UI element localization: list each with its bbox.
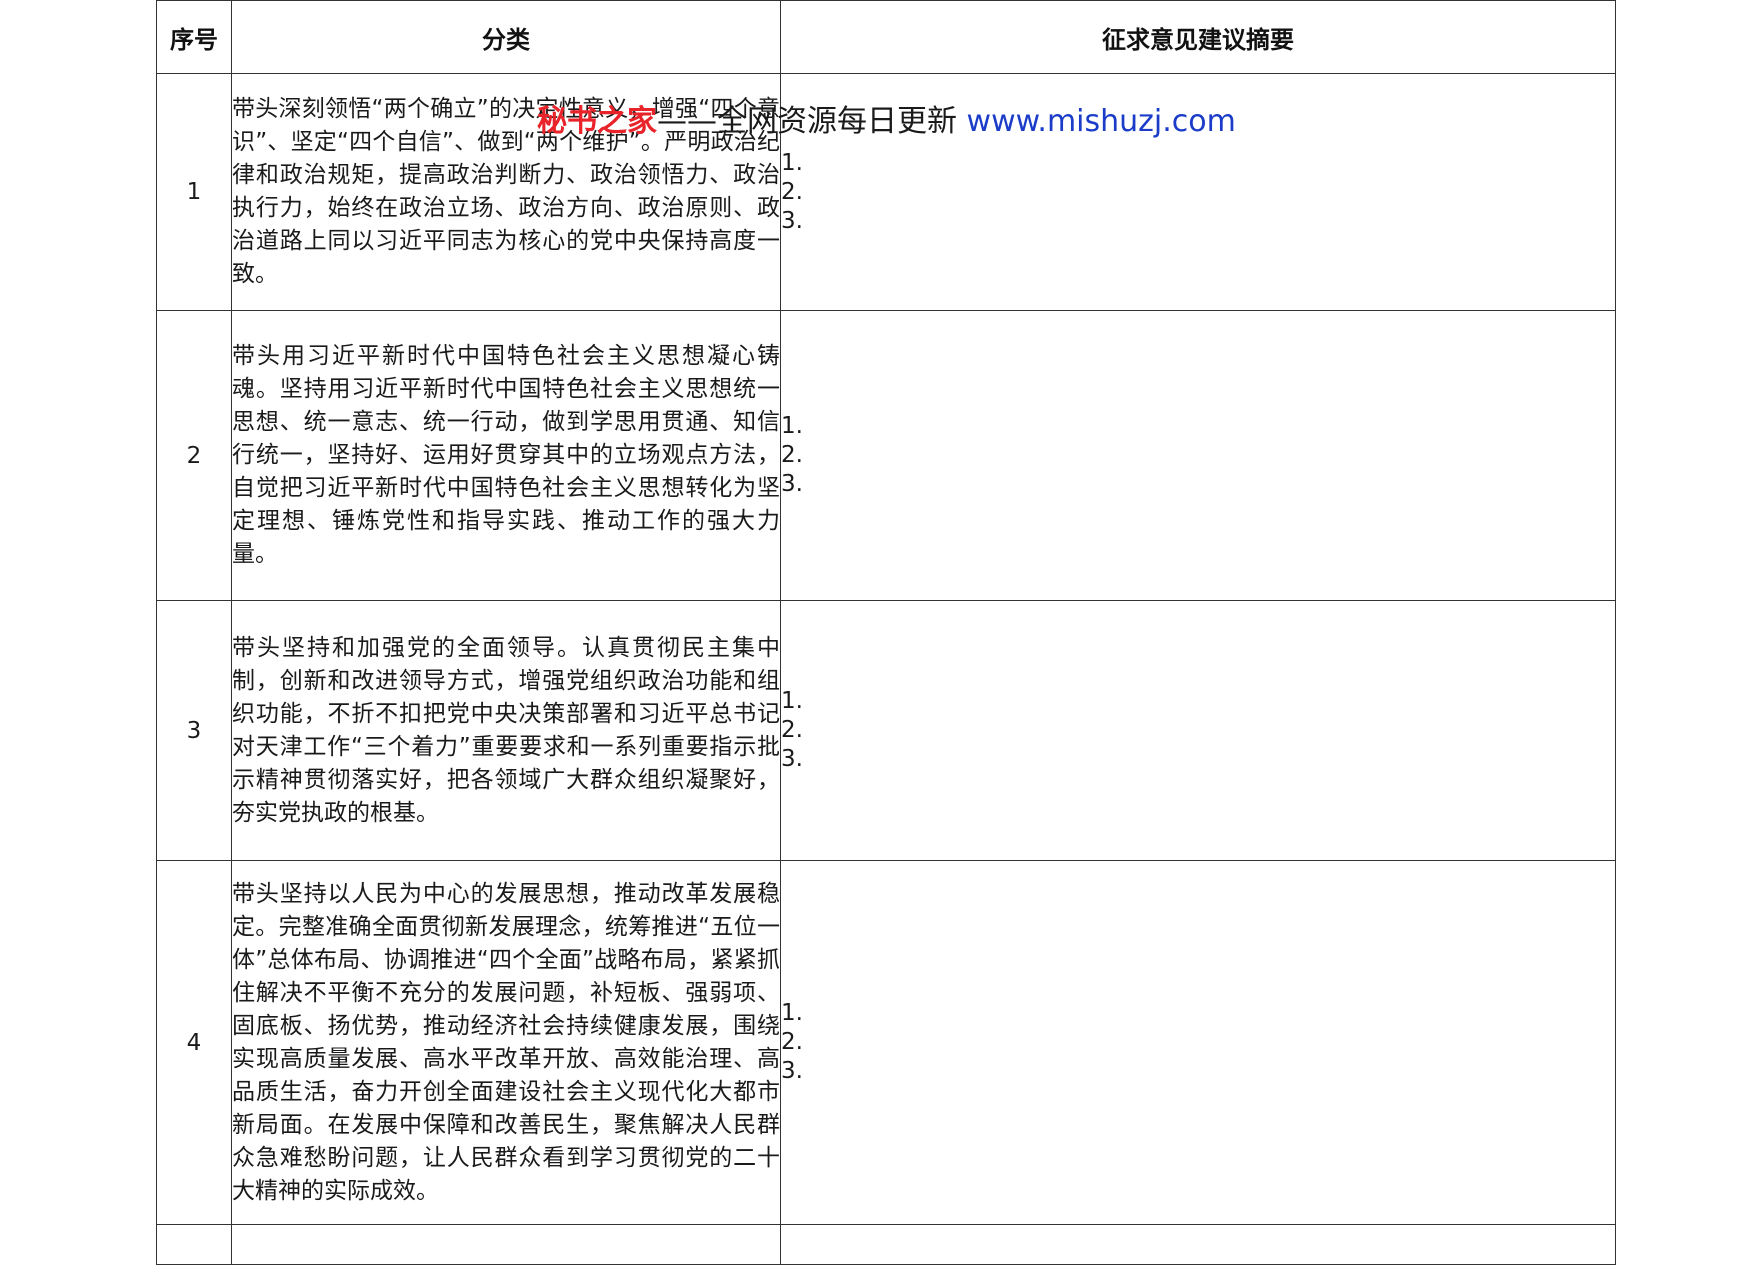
row-number: [156, 1224, 232, 1265]
header-number: 序号: [156, 0, 232, 74]
suggestion-list: 1. 2. 3.: [781, 412, 1615, 499]
suggestion-item: 1.: [781, 413, 803, 439]
row-category-text: 带头坚持和加强党的全面领导。认真贯彻民主集中制，创新和改进领导方式，增强党组织政…: [231, 600, 781, 861]
table-row: 2 带头用习近平新时代中国特色社会主义思想凝心铸魂。坚持用习近平新时代中国特色社…: [156, 310, 1616, 601]
table-row: 3 带头坚持和加强党的全面领导。认真贯彻民主集中制，创新和改进领导方式，增强党组…: [156, 600, 1616, 861]
row-category-text: [231, 1224, 781, 1265]
row-suggestions-cell[interactable]: 1. 2. 3.: [780, 310, 1616, 601]
row-category-text: 带头用习近平新时代中国特色社会主义思想凝心铸魂。坚持用习近平新时代中国特色社会主…: [231, 310, 781, 601]
suggestion-item: 3.: [781, 1058, 803, 1084]
watermark-url[interactable]: www.mishuzj.com: [967, 104, 1236, 139]
table-row: 4 带头坚持以人民为中心的发展思想，推动改革发展稳定。完整准确全面贯彻新发展理念…: [156, 860, 1616, 1225]
suggestion-item: 2.: [781, 1029, 803, 1055]
suggestion-item: 2.: [781, 717, 803, 743]
suggestion-list: 1. 2. 3.: [781, 687, 1615, 774]
suggestion-list: 1. 2. 3.: [781, 999, 1615, 1086]
watermark-brand: 秘书之家: [537, 104, 657, 139]
row-number: 4: [156, 860, 232, 1225]
suggestion-item: 1.: [781, 149, 803, 176]
suggestion-item: 2.: [781, 442, 803, 468]
row-number: 2: [156, 310, 232, 601]
suggestion-item: 1.: [781, 688, 803, 714]
row-number: 3: [156, 600, 232, 861]
watermark-text: ——全网资源每日更新: [657, 104, 967, 139]
document-page: 序号 分类 征求意见建议摘要 1 带头深刻领悟“两个确立”的决定性意义，增强“四…: [156, 0, 1616, 1265]
row-suggestions-cell[interactable]: 1. 2. 3.: [780, 600, 1616, 861]
row-suggestions-cell[interactable]: [780, 1224, 1616, 1265]
watermark-banner: 秘书之家——全网资源每日更新 www.mishuzj.com: [537, 102, 1236, 142]
header-category: 分类: [231, 0, 781, 74]
suggestion-item: 3.: [781, 207, 803, 234]
feedback-table: 序号 分类 征求意见建议摘要 1 带头深刻领悟“两个确立”的决定性意义，增强“四…: [156, 0, 1616, 1265]
row-suggestions-cell[interactable]: 1. 2. 3.: [780, 860, 1616, 1225]
table-header-row: 序号 分类 征求意见建议摘要: [156, 0, 1616, 74]
suggestion-list: 1. 2. 3.: [781, 149, 1615, 236]
table-row: [156, 1224, 1616, 1265]
row-number: 1: [156, 73, 232, 311]
suggestion-item: 3.: [781, 471, 803, 497]
suggestion-item: 3.: [781, 746, 803, 772]
suggestion-item: 2.: [781, 178, 803, 205]
header-suggestions: 征求意见建议摘要: [780, 0, 1616, 74]
row-category-text: 带头坚持以人民为中心的发展思想，推动改革发展稳定。完整准确全面贯彻新发展理念，统…: [231, 860, 781, 1225]
suggestion-item: 1.: [781, 1000, 803, 1026]
